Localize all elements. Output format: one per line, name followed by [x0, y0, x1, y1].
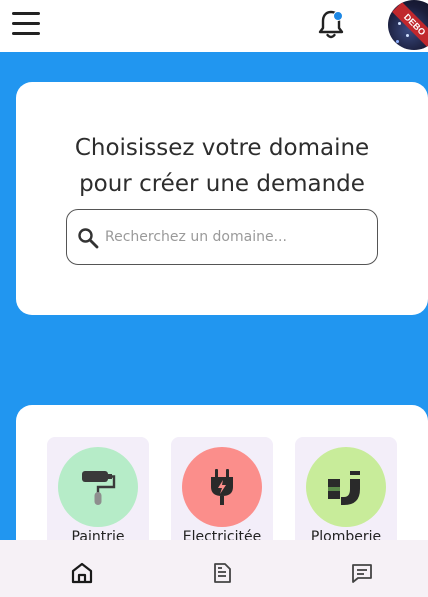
document-icon — [214, 563, 231, 583]
domain-icon-circle — [306, 447, 386, 527]
title-line-1: Choisissez votre domaine — [74, 135, 370, 161]
hamburger-menu-icon[interactable] — [12, 12, 40, 36]
nav-messages-button[interactable] — [292, 540, 428, 597]
pipe-icon — [328, 471, 362, 505]
search-field[interactable] — [66, 209, 378, 265]
power-plug-icon — [211, 469, 233, 505]
search-icon — [78, 228, 99, 249]
bottom-navigation — [0, 540, 428, 597]
domain-icon-circle — [182, 447, 262, 527]
domain-search-card: Choisissez votre domaine pour créer une … — [16, 82, 428, 315]
paint-roller-icon — [82, 471, 116, 505]
domain-icon-circle — [58, 447, 138, 527]
avatar[interactable]: DEBO — [388, 0, 428, 50]
title-line-2: pour créer une demande — [79, 171, 365, 197]
notification-badge — [333, 11, 343, 21]
search-input[interactable] — [105, 218, 365, 256]
home-icon — [71, 562, 93, 584]
chat-icon — [352, 564, 372, 583]
nav-requests-button[interactable] — [152, 540, 292, 597]
nav-home-button[interactable] — [12, 540, 152, 597]
page-title: Choisissez votre domaine pour créer une … — [16, 130, 428, 202]
top-app-bar: DEBO — [0, 0, 428, 52]
